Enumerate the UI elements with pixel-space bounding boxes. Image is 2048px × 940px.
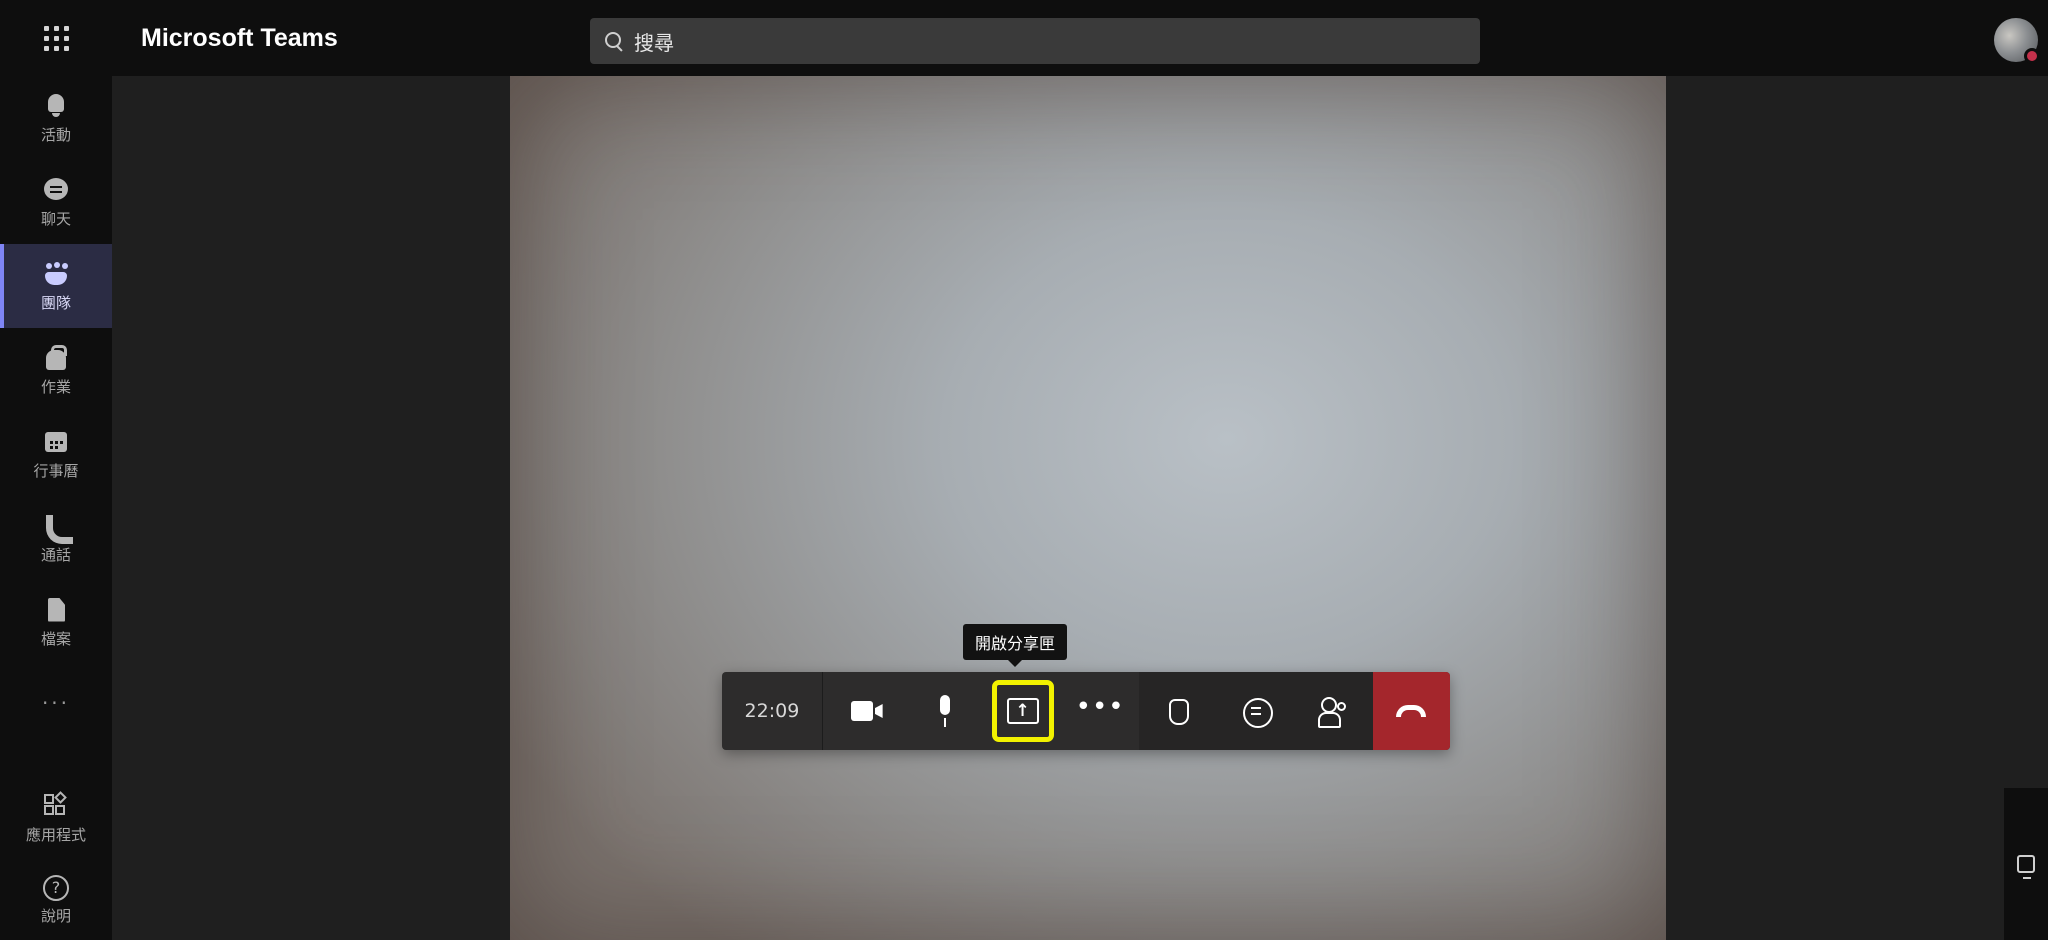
camera-icon	[850, 700, 885, 722]
raise-hand-icon	[1162, 695, 1194, 727]
chat-icon	[1240, 695, 1273, 728]
participants-icon-secondary	[1336, 702, 1346, 711]
share-tray-button[interactable]: ↑	[984, 672, 1062, 750]
more-icon: ...	[41, 685, 71, 709]
app-launcher-button[interactable]	[0, 0, 112, 76]
teams-icon	[42, 260, 70, 288]
avatar[interactable]	[1994, 18, 2040, 64]
participants-icon	[1317, 695, 1350, 728]
search-placeholder: 搜尋	[634, 30, 674, 55]
device-settings-icon	[2017, 855, 2035, 879]
search-input[interactable]: 搜尋	[590, 18, 1480, 64]
sidebar-item-calls[interactable]: 通話	[0, 496, 112, 580]
call-controls-primary: ↑ •••	[823, 672, 1139, 750]
call-controls-secondary	[1138, 672, 1373, 750]
sidebar-more-button[interactable]: ...	[0, 662, 112, 732]
sidebar-item-help[interactable]: ? 說明	[0, 860, 112, 940]
sidebar-item-label: 通話	[40, 545, 71, 564]
call-timer: 22:09	[722, 672, 823, 750]
sidebar-item-files[interactable]: 檔案	[0, 580, 112, 664]
sidebar-item-label: 團隊	[40, 293, 71, 312]
sidebar-item-label: 作業	[40, 377, 71, 396]
sidebar-item-apps[interactable]: 應用程式	[0, 776, 112, 860]
apps-icon	[42, 790, 70, 820]
sidebar-item-assignments[interactable]: 作業	[0, 328, 112, 412]
sidebar-item-label: 說明	[40, 906, 71, 925]
presence-status-icon	[2024, 48, 2040, 64]
chat-icon	[42, 176, 70, 204]
help-icon: ?	[43, 874, 69, 901]
sidebar-item-label: 聊天	[40, 209, 71, 228]
app-title: Microsoft Teams	[141, 24, 338, 52]
more-actions-button[interactable]: •••	[1061, 672, 1139, 750]
sidebar-item-activity[interactable]: 活動	[0, 76, 112, 160]
left-rail: 活動 聊天 團隊 作業 行事曆 通話 檔案 ... 應用程式 ? 說明	[0, 76, 112, 940]
share-button-highlight	[991, 680, 1054, 742]
sidebar-item-teams[interactable]: 團隊	[0, 244, 112, 328]
hang-up-button[interactable]	[1372, 672, 1450, 750]
microphone-icon	[935, 695, 955, 727]
search-icon	[604, 31, 624, 51]
camera-button[interactable]	[829, 672, 907, 750]
phone-icon	[42, 512, 73, 544]
assignments-icon	[42, 344, 70, 372]
more-icon: •••	[1075, 692, 1125, 722]
sidebar-item-label: 應用程式	[25, 825, 86, 844]
microphone-button[interactable]	[906, 672, 984, 750]
meeting-chat-button[interactable]	[1217, 672, 1295, 750]
sidebar-item-chat[interactable]: 聊天	[0, 160, 112, 244]
raise-hand-button[interactable]	[1139, 672, 1217, 750]
sidebar-item-label: 檔案	[40, 629, 71, 648]
sidebar-item-calendar[interactable]: 行事曆	[0, 412, 112, 496]
pop-out-panel-button[interactable]	[2004, 788, 2048, 940]
top-bar: Microsoft Teams 搜尋	[0, 0, 2048, 76]
bell-icon	[42, 92, 70, 120]
sidebar-item-label: 活動	[40, 125, 71, 144]
calendar-icon	[42, 428, 70, 456]
share-tray-tooltip: 開啟分享匣	[963, 624, 1068, 667]
teams-app: Microsoft Teams 搜尋 活動 聊天 團隊 作業 行事曆 通話 檔案…	[0, 0, 2048, 940]
participant-video	[510, 76, 1666, 940]
file-icon	[42, 596, 70, 624]
sidebar-item-label: 行事曆	[33, 461, 79, 480]
participants-button[interactable]	[1295, 672, 1373, 750]
hang-up-icon	[1396, 705, 1427, 717]
call-controls-bar: 22:09 ↑ •••	[722, 672, 1450, 750]
waffle-icon	[43, 25, 69, 51]
